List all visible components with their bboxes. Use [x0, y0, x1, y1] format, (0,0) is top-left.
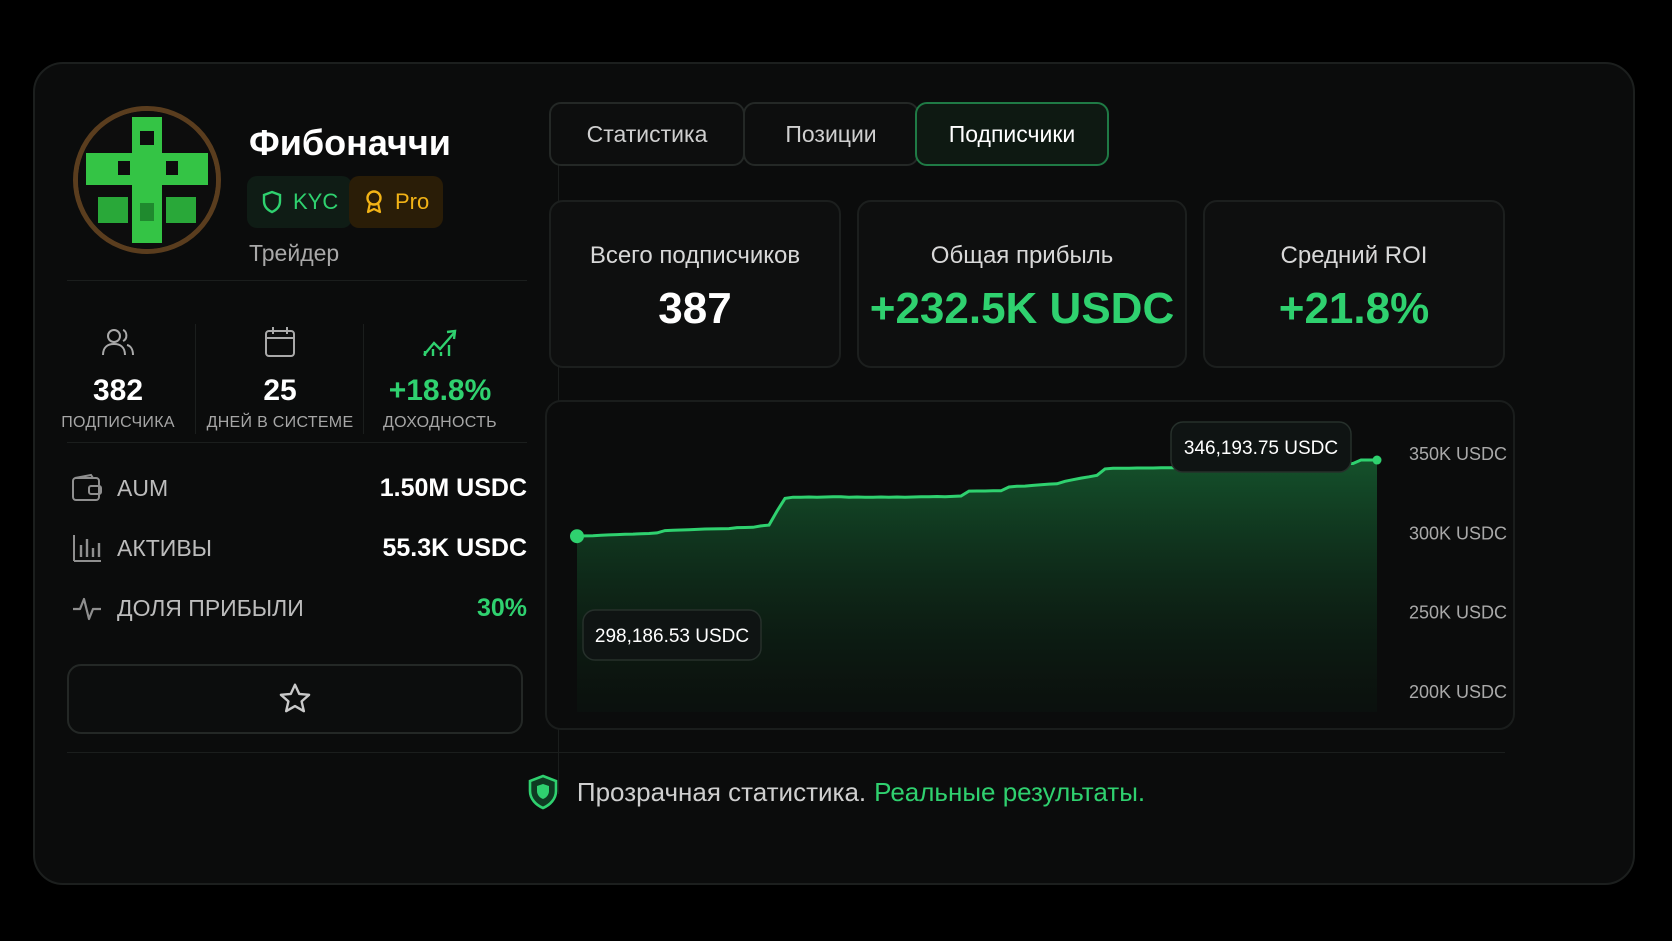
detail-value: 30% — [476, 593, 527, 622]
footer-text: Прозрачная статистика. — [576, 776, 867, 807]
stat-divider — [363, 324, 364, 434]
detail-profit-share: ДОЛЯ ПРИБЫЛИ 30% — [71, 588, 527, 628]
avatar-cross-icon — [78, 111, 216, 249]
equity-chart: 350K USDC 300K USDC 250K USDC 200K USDC 298,… — [570, 421, 1507, 712]
stat-subscribers: 382 ПОДПИСЧИКА — [43, 322, 193, 432]
chart-annotation-label: 298,186.53 USDC — [595, 626, 749, 647]
tab-positions[interactable]: Позиции — [743, 102, 919, 166]
stat-value: 25 — [263, 374, 297, 407]
chart-start-point — [570, 529, 584, 544]
y-tick-label: 300K USDC — [1409, 523, 1507, 543]
chart-end-point — [1372, 455, 1382, 465]
shield-icon — [528, 774, 558, 810]
users-icon — [102, 329, 134, 356]
divider — [67, 280, 527, 281]
y-tick-label: 200K USDC — [1409, 682, 1507, 702]
star-icon — [279, 683, 311, 713]
kpi-label: Общая прибыль — [930, 242, 1114, 269]
stat-label: ДНЕЙ В СИСТЕМЕ — [206, 414, 354, 431]
avatar — [73, 106, 221, 254]
detail-value: 1.50M USDC — [379, 473, 527, 502]
stat-value: 382 — [92, 374, 144, 407]
kpi-label: Средний ROI — [1280, 242, 1428, 269]
kpi-total-profit: Общая прибыль +232.5K USDC — [857, 200, 1187, 368]
kpi-value: +232.5K USDC — [869, 284, 1175, 333]
stat-label: ПОДПИСЧИКА — [61, 414, 175, 431]
stat-divider — [195, 324, 196, 434]
y-tick-label: 350K USDC — [1409, 444, 1507, 464]
chart-annotation-label: 346,193.75 USDC — [1184, 438, 1338, 459]
divider — [67, 442, 527, 443]
kyc-label: KYC — [293, 189, 339, 214]
kpi-label: Всего подписчиков — [589, 242, 801, 269]
kpi-value: 387 — [658, 284, 732, 333]
role-label: Трейдер — [249, 240, 340, 266]
chart-area — [577, 460, 1377, 712]
chart-annotation: 298,186.53 USDC — [582, 609, 762, 661]
footer-highlight: Реальные результаты. — [874, 776, 1146, 807]
tab-subscribers[interactable]: Подписчики — [915, 102, 1109, 166]
wallet-icon — [72, 473, 102, 501]
footer: Прозрачная статистика. Реальные результа… — [35, 752, 1637, 832]
detail-label: АКТИВЫ — [117, 534, 213, 561]
award-icon — [366, 190, 382, 214]
detail-value: 55.3K USDC — [382, 533, 528, 562]
detail-assets: АКТИВЫ 55.3K USDC — [71, 528, 527, 568]
tab-statistics[interactable]: Статистика — [549, 102, 745, 166]
detail-label: AUM — [117, 474, 169, 501]
shield-icon — [262, 190, 282, 214]
stat-label: ДОХОДНОСТЬ — [383, 414, 497, 431]
favorite-button[interactable] — [67, 664, 523, 734]
stat-value: +18.8% — [388, 374, 492, 407]
kpi-total-subscribers: Всего подписчиков 387 — [549, 200, 841, 368]
equity-chart-container: 350K USDC 300K USDC 250K USDC 200K USDC 298,… — [545, 400, 1515, 730]
trader-name: Фибоначчи — [249, 122, 451, 163]
kpi-value: +21.8% — [1278, 284, 1430, 333]
bar-chart-icon — [73, 535, 101, 562]
trend-chart-icon — [423, 329, 457, 356]
chart-annotation: 346,193.75 USDC — [1170, 421, 1352, 473]
pulse-icon — [73, 597, 101, 621]
trader-card: Фибоначчи KYC Pro Трейдер 382 ПОДПИСЧИКА — [33, 62, 1635, 885]
y-tick-label: 250K USDC — [1409, 603, 1507, 623]
pro-badge: Pro — [349, 176, 444, 228]
detail-label: ДОЛЯ ПРИБЫЛИ — [117, 594, 304, 621]
stat-days: 25 ДНЕЙ В СИСТЕМЕ — [205, 322, 355, 432]
pro-label: Pro — [395, 189, 430, 214]
kyc-badge: KYC — [247, 176, 353, 228]
calendar-icon — [265, 327, 295, 357]
stat-yield: +18.8% ДОХОДНОСТЬ — [365, 322, 515, 432]
kpi-average-roi: Средний ROI +21.8% — [1203, 200, 1505, 368]
detail-aum: AUM 1.50M USDC — [71, 468, 527, 508]
